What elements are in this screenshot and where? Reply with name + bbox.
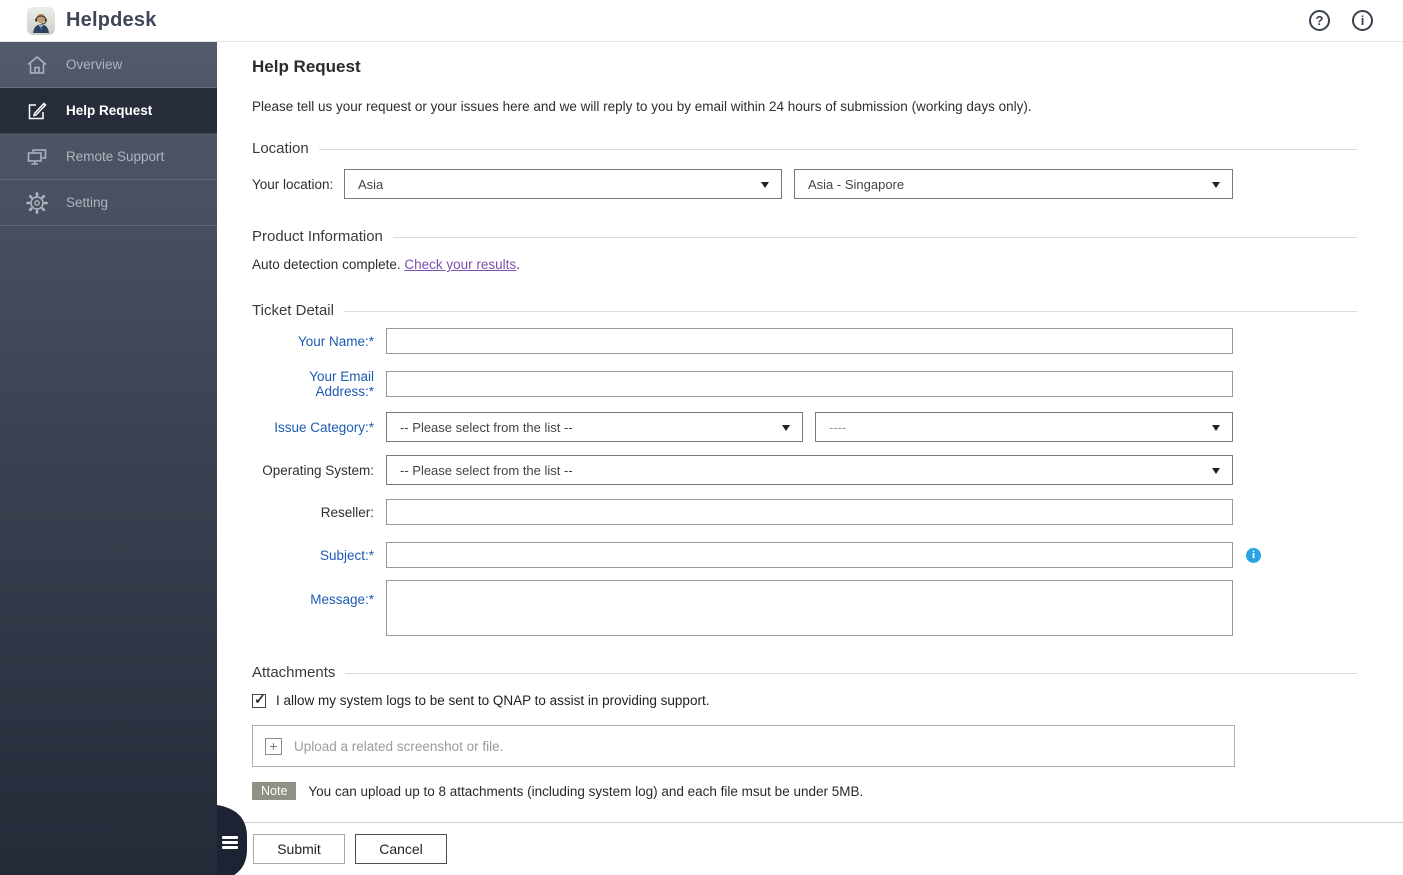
- section-divider: [344, 311, 1357, 312]
- subject-label: Subject:*: [252, 548, 374, 563]
- home-icon: [26, 55, 48, 75]
- section-heading: Location: [252, 140, 309, 157]
- auto-detection-status: Auto detection complete. Check your resu…: [252, 257, 1357, 272]
- section-divider: [319, 149, 1357, 150]
- upload-placeholder: Upload a related screenshot or file.: [294, 739, 503, 754]
- section-attachments: Attachments: [252, 664, 1357, 681]
- sidebar-item-remote-support[interactable]: Remote Support: [0, 134, 217, 180]
- chevron-down-icon: [1212, 425, 1220, 431]
- section-location: Location: [252, 140, 1357, 157]
- check-results-link[interactable]: Check your results: [404, 257, 516, 272]
- app-header: Helpdesk ? i: [0, 0, 1403, 42]
- email-label: Your Email Address:*: [252, 369, 374, 399]
- issue-category-select[interactable]: -- Please select from the list --: [386, 412, 803, 442]
- issue-subcategory-value: ----: [829, 420, 846, 435]
- info-icon[interactable]: i: [1352, 10, 1373, 31]
- chevron-down-icon: [782, 425, 790, 431]
- header-actions: ? i: [1309, 10, 1373, 31]
- name-input[interactable]: [386, 328, 1233, 354]
- help-request-page: Help Request Please tell us your request…: [217, 42, 1403, 822]
- plus-icon: +: [265, 738, 282, 755]
- section-ticket-detail: Ticket Detail: [252, 302, 1357, 319]
- subregion-select[interactable]: Asia - Singapore: [794, 169, 1233, 199]
- region-select[interactable]: Asia: [344, 169, 782, 199]
- hamburger-icon: [222, 836, 238, 852]
- operating-system-label: Operating System:: [252, 463, 374, 478]
- location-row: Your location: Asia Asia - Singapore: [252, 169, 1357, 199]
- chevron-down-icon: [761, 182, 769, 188]
- section-product-information: Product Information: [252, 228, 1357, 245]
- reseller-row: Reseller:: [252, 499, 1357, 525]
- subject-input[interactable]: [386, 542, 1233, 568]
- message-label: Message:*: [252, 592, 374, 607]
- issue-category-value: -- Please select from the list --: [400, 420, 573, 435]
- chevron-down-icon: [1212, 468, 1220, 474]
- email-input[interactable]: [386, 371, 1233, 397]
- issue-category-label: Issue Category:*: [252, 420, 374, 435]
- region-select-value: Asia: [358, 177, 383, 192]
- section-divider: [393, 237, 1357, 238]
- monitors-icon: [26, 147, 48, 167]
- cancel-button[interactable]: Cancel: [355, 834, 447, 864]
- subject-row: Subject:* i: [252, 542, 1357, 568]
- section-divider: [345, 673, 1357, 674]
- page-title: Help Request: [252, 57, 1357, 77]
- section-heading: Ticket Detail: [252, 302, 334, 319]
- note-badge: Note: [252, 782, 296, 800]
- sidebar-item-label: Help Request: [66, 103, 152, 118]
- gear-icon: [26, 192, 48, 214]
- note-text: You can upload up to 8 attachments (incl…: [308, 784, 863, 799]
- name-label: Your Name:*: [252, 334, 374, 349]
- sidebar: Overview Help Request Remote Support: [0, 42, 217, 875]
- section-heading: Attachments: [252, 664, 335, 681]
- chevron-down-icon: [1212, 182, 1220, 188]
- sidebar-item-label: Setting: [66, 195, 108, 210]
- subject-info-icon[interactable]: i: [1246, 548, 1261, 563]
- attachment-upload-dropzone[interactable]: + Upload a related screenshot or file.: [252, 725, 1235, 767]
- sidebar-item-label: Remote Support: [66, 149, 164, 164]
- status-suffix: .: [516, 257, 520, 272]
- email-row: Your Email Address:*: [252, 369, 1357, 399]
- status-text: Auto detection complete.: [252, 257, 404, 272]
- system-log-checkbox[interactable]: ✓: [252, 694, 266, 708]
- message-row: Message:*: [252, 580, 1357, 636]
- help-icon[interactable]: ?: [1309, 10, 1330, 31]
- reseller-label: Reseller:: [252, 505, 374, 520]
- issue-subcategory-select[interactable]: ----: [815, 412, 1233, 442]
- sidebar-item-setting[interactable]: Setting: [0, 180, 217, 226]
- page-subtitle: Please tell us your request or your issu…: [252, 99, 1357, 114]
- helpdesk-window: Helpdesk ? i Overview: [0, 0, 1403, 875]
- operating-system-value: -- Please select from the list --: [400, 463, 573, 478]
- sidebar-item-label: Overview: [66, 57, 122, 72]
- note-row: Note You can upload up to 8 attachments …: [252, 782, 1357, 800]
- reseller-input[interactable]: [386, 499, 1233, 525]
- issue-category-row: Issue Category:* -- Please select from t…: [252, 412, 1357, 442]
- location-label: Your location:: [252, 177, 344, 192]
- subregion-select-value: Asia - Singapore: [808, 177, 904, 192]
- message-textarea[interactable]: [386, 580, 1233, 636]
- system-log-consent-row: ✓ I allow my system logs to be sent to Q…: [252, 693, 1357, 708]
- check-icon: ✓: [254, 691, 266, 708]
- section-heading: Product Information: [252, 228, 383, 245]
- submit-button[interactable]: Submit: [253, 834, 345, 864]
- operating-system-select[interactable]: -- Please select from the list --: [386, 455, 1233, 485]
- sidebar-collapse-handle[interactable]: [217, 805, 249, 875]
- helpdesk-logo-icon: [27, 7, 55, 35]
- sidebar-item-overview[interactable]: Overview: [0, 42, 217, 88]
- form-footer: Submit Cancel: [217, 822, 1403, 875]
- name-row: Your Name:*: [252, 328, 1357, 354]
- edit-icon: [26, 101, 48, 121]
- system-log-consent-label: I allow my system logs to be sent to QNA…: [276, 693, 709, 708]
- sidebar-item-help-request[interactable]: Help Request: [0, 88, 217, 134]
- app-title: Helpdesk: [66, 9, 157, 32]
- operating-system-row: Operating System: -- Please select from …: [252, 455, 1357, 485]
